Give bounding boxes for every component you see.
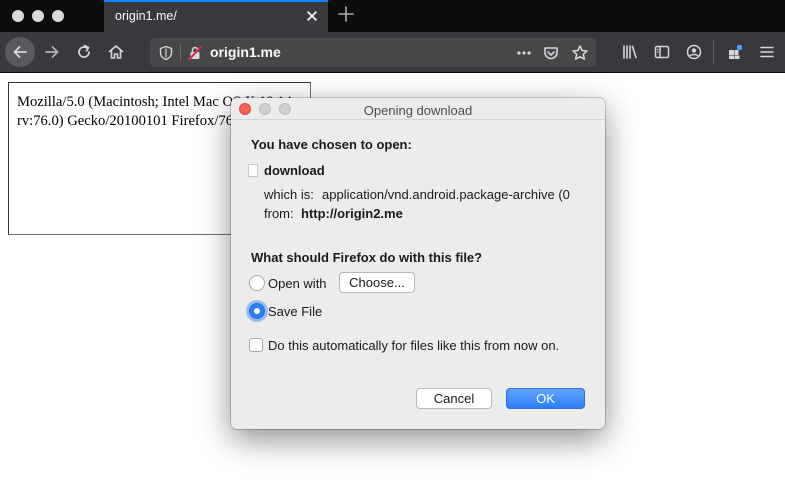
file-icon [248, 164, 258, 177]
file-type-value: application/vnd.android.package-archive … [322, 187, 570, 202]
arrow-left-icon [13, 46, 27, 58]
from-value: http://origin2.me [301, 206, 403, 221]
arrow-right-icon [45, 46, 59, 58]
insecure-lock-icon[interactable] [186, 44, 204, 62]
url-bar[interactable]: origin1.me [150, 38, 596, 67]
save-file-radio[interactable] [249, 303, 265, 319]
home-button[interactable] [102, 38, 130, 66]
reload-icon [78, 44, 90, 58]
tab-active[interactable]: origin1.me/ [104, 0, 328, 32]
open-with-label[interactable]: Open with [268, 276, 327, 291]
tab-title: origin1.me/ [115, 9, 177, 23]
dialog-body: You have chosen to open: download which … [231, 120, 605, 429]
library-icon [623, 45, 637, 59]
save-file-label[interactable]: Save File [268, 304, 322, 319]
dialog-titlebar[interactable]: Opening download [231, 98, 605, 120]
dialog-heading: You have chosen to open: [251, 137, 412, 152]
action-question: What should Firefox do with this file? [251, 250, 483, 265]
cancel-button[interactable]: Cancel [416, 388, 492, 409]
dialog-title: Opening download [363, 103, 473, 118]
back-button[interactable] [5, 37, 35, 67]
sidebar-button[interactable] [648, 38, 676, 66]
menu-button[interactable] [753, 38, 781, 66]
reload-button[interactable] [70, 38, 98, 66]
open-with-radio[interactable] [249, 275, 265, 291]
auto-action-label[interactable]: Do this automatically for files like thi… [268, 338, 559, 353]
tab-strip: origin1.me/ [0, 0, 785, 32]
new-tab-icon[interactable] [337, 5, 355, 23]
more-actions-icon[interactable] [515, 44, 533, 62]
which-is-label: which is: [264, 187, 314, 202]
opening-download-dialog: Opening download You have chosen to open… [231, 98, 605, 429]
extensions-button[interactable] [721, 38, 749, 66]
hamburger-menu-icon [760, 46, 774, 58]
toolbar-separator [713, 40, 714, 64]
auto-action-checkbox[interactable] [249, 338, 263, 352]
window-close-button[interactable] [12, 10, 24, 22]
choose-button[interactable]: Choose... [339, 272, 415, 293]
home-icon [108, 45, 124, 59]
window-minimize-button[interactable] [32, 10, 44, 22]
tab-close-icon[interactable] [304, 8, 320, 24]
sidebar-icon [654, 45, 670, 59]
extension-puzzle-icon [729, 45, 742, 59]
nav-toolbar: origin1.me [0, 32, 785, 73]
library-button[interactable] [616, 38, 644, 66]
window-maximize-button[interactable] [52, 10, 64, 22]
pocket-icon[interactable] [542, 44, 560, 62]
from-label: from: [264, 206, 294, 221]
shield-icon[interactable] [157, 44, 175, 62]
urlbar-separator [180, 44, 181, 61]
account-icon [686, 44, 702, 60]
bookmark-star-icon[interactable] [571, 44, 589, 62]
forward-button[interactable] [38, 38, 66, 66]
account-button[interactable] [680, 38, 708, 66]
file-name: download [264, 163, 325, 178]
ok-button[interactable]: OK [506, 388, 585, 409]
url-text[interactable]: origin1.me [210, 44, 281, 60]
